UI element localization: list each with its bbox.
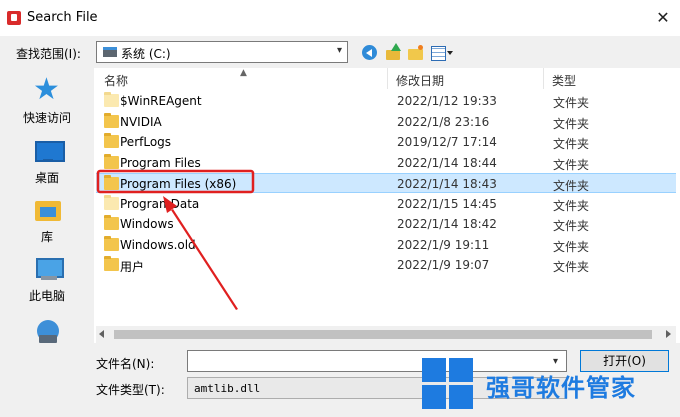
place-desktop[interactable]: 桌面: [0, 132, 94, 192]
place-label: 此电脑: [28, 289, 65, 303]
folder-icon: [104, 133, 119, 148]
column-header-type[interactable]: 类型: [544, 68, 676, 89]
file-name: NVIDIA: [120, 115, 162, 129]
filetype-label: 文件类型(T):: [96, 383, 165, 397]
list-item[interactable]: Program Files 2022/1/14 18:44 文件夹: [96, 153, 676, 173]
file-name: Windows: [120, 217, 174, 231]
column-header-date[interactable]: 修改日期: [388, 68, 544, 89]
folder-icon: [104, 175, 119, 190]
horizontal-scrollbar[interactable]: [96, 326, 676, 343]
file-date: 2022/1/14 18:43: [397, 177, 497, 191]
lookin-label: 查找范围(I):: [16, 47, 81, 61]
up-folder-icon[interactable]: [384, 43, 402, 61]
file-name: ProgramData: [120, 197, 200, 211]
file-name: Program Files: [120, 156, 201, 170]
file-date: 2022/1/14 18:42: [397, 217, 497, 231]
folder-icon: [104, 92, 119, 107]
drive-icon: [103, 47, 117, 57]
file-type: 文件夹: [553, 260, 590, 274]
scroll-thumb[interactable]: [114, 330, 652, 339]
app-icon: [7, 11, 21, 25]
star-icon: [33, 72, 61, 107]
folder-icon: [104, 154, 119, 169]
new-folder-icon[interactable]: [406, 45, 424, 61]
list-item[interactable]: NVIDIA 2022/1/8 23:16 文件夹: [96, 112, 676, 132]
lookin-value: 系统 (C:): [121, 47, 171, 61]
place-label: 库: [40, 230, 53, 244]
folder-icon: [104, 195, 119, 210]
view-menu-icon[interactable]: [430, 45, 454, 61]
file-date: 2022/1/8 23:16: [397, 115, 490, 129]
file-name: PerfLogs: [120, 135, 172, 149]
watermark: 强哥软件管家: [420, 356, 680, 417]
file-date: 2022/1/15 14:45: [397, 197, 497, 211]
filename-label: 文件名(N):: [96, 357, 155, 371]
list-item[interactable]: Windows.old 2022/1/9 19:11 文件夹: [96, 235, 676, 255]
file-type: 文件夹: [553, 137, 590, 151]
file-type: 文件夹: [553, 158, 590, 172]
file-type: 文件夹: [553, 179, 590, 193]
place-quick-access[interactable]: 快速访问: [0, 72, 94, 132]
desktop-icon: [35, 138, 65, 164]
file-date: 2022/1/12 19:33: [397, 94, 497, 108]
file-date: 2022/1/9 19:07: [397, 258, 490, 272]
file-type: 文件夹: [553, 117, 590, 131]
list-item-selected[interactable]: Program Files (x86) 2022/1/14 18:43 文件夹: [96, 173, 676, 193]
column-header-name[interactable]: 名称: [96, 68, 388, 89]
file-name: 用户: [120, 260, 145, 274]
library-icon: [35, 197, 61, 223]
file-list: ▲ 名称 修改日期 类型 $WinREAgent 2022/1/12 19:33…: [96, 68, 676, 326]
place-this-pc[interactable]: 此电脑: [0, 250, 94, 310]
chevron-down-icon: ▾: [336, 45, 342, 56]
file-type: 文件夹: [553, 199, 590, 213]
network-icon: [35, 319, 61, 345]
back-icon[interactable]: [361, 45, 379, 61]
folder-icon: [104, 236, 119, 251]
folder-icon: [104, 113, 119, 128]
filetype-value: amtlib.dll: [194, 382, 261, 395]
list-item[interactable]: 用户 2022/1/9 19:07 文件夹: [96, 255, 676, 275]
file-name: Program Files (x86): [120, 177, 237, 191]
places-bar: 快速访问 桌面 库 此电脑 网络: [0, 68, 94, 366]
window-title: Search File: [27, 10, 98, 25]
list-item[interactable]: ProgramData 2022/1/15 14:45 文件夹: [96, 194, 676, 214]
computer-icon: [35, 256, 64, 282]
lookin-dropdown[interactable]: 系统 (C:) ▾: [96, 41, 348, 63]
list-item[interactable]: $WinREAgent 2022/1/12 19:33 文件夹: [96, 91, 676, 111]
file-type: 文件夹: [553, 240, 590, 254]
folder-icon: [104, 256, 119, 271]
scroll-right-icon[interactable]: [666, 330, 671, 338]
scroll-left-icon[interactable]: [99, 330, 104, 338]
place-label: 桌面: [34, 171, 59, 185]
file-date: 2019/12/7 17:14: [397, 135, 497, 149]
windows-logo-icon: [422, 358, 474, 410]
file-name: Windows.old: [120, 238, 196, 252]
lookin-toolbar: 查找范围(I): 系统 (C:) ▾: [0, 36, 680, 68]
place-library[interactable]: 库: [0, 191, 94, 251]
folder-icon: [104, 215, 119, 230]
list-item[interactable]: PerfLogs 2019/12/7 17:14 文件夹: [96, 132, 676, 152]
file-name: $WinREAgent: [120, 94, 202, 108]
place-label: 快速访问: [22, 111, 71, 125]
title-bar: Search File ✕: [0, 0, 680, 36]
file-date: 2022/1/9 19:11: [397, 238, 490, 252]
file-date: 2022/1/14 18:44: [397, 156, 497, 170]
close-button[interactable]: ✕: [650, 5, 676, 31]
file-type: 文件夹: [553, 96, 590, 110]
list-item[interactable]: Windows 2022/1/14 18:42 文件夹: [96, 214, 676, 234]
file-type: 文件夹: [553, 219, 590, 233]
watermark-text: 强哥软件管家: [486, 374, 636, 402]
